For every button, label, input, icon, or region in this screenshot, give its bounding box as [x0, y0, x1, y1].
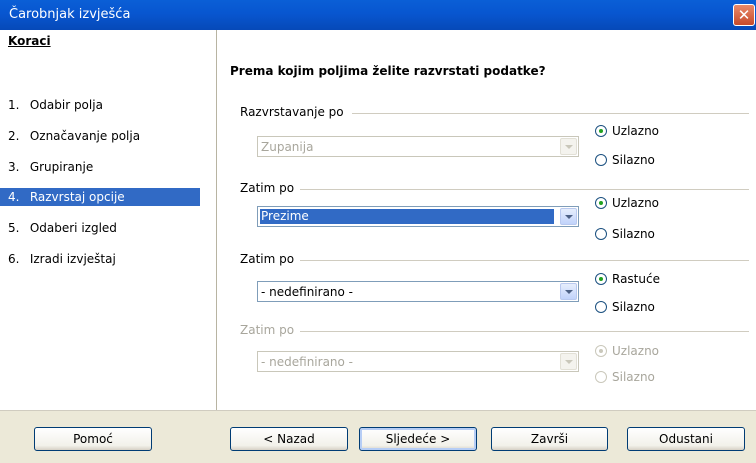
- step-label: Razvrstaj opcije: [29, 190, 125, 204]
- window-title: Čarobnjak izvješća: [9, 7, 131, 22]
- back-button[interactable]: < Nazad: [230, 427, 348, 451]
- title-bar[interactable]: Čarobnjak izvješća ✕: [0, 0, 756, 30]
- step-label: Odabir polja: [29, 98, 103, 112]
- sort-2-descending-radio[interactable]: Silazno: [595, 227, 675, 243]
- sort-field-2-select[interactable]: Prezime: [257, 206, 579, 227]
- divider: [300, 260, 749, 261]
- help-button[interactable]: Pomoć: [34, 427, 152, 451]
- cancel-button[interactable]: Odustani: [627, 427, 745, 451]
- then-by-label: Zatim po: [240, 323, 295, 337]
- chevron-down-icon[interactable]: [560, 283, 577, 300]
- divider: [300, 189, 749, 190]
- chevron-down-icon[interactable]: [560, 208, 577, 225]
- step-select-fields[interactable]: 1. Odabir polja: [8, 96, 208, 114]
- page-heading: Prema kojim poljima želite razvrstati po…: [230, 64, 546, 78]
- sort-by-label: Razvrstavanje po: [240, 105, 344, 119]
- divider: [300, 331, 749, 332]
- close-icon[interactable]: ✕: [733, 4, 755, 26]
- then-by-label: Zatim po: [240, 252, 295, 266]
- sort-2-ascending-radio[interactable]: Uzlazno: [595, 196, 675, 212]
- sort-1-descending-radio[interactable]: Silazno: [595, 153, 675, 169]
- finish-button[interactable]: Završi: [491, 427, 608, 451]
- sort-4-ascending-radio: Uzlazno: [595, 344, 675, 360]
- next-button[interactable]: Sljedeće >: [359, 427, 477, 451]
- chevron-down-icon: [560, 353, 577, 370]
- sort-field-4-select: - nedefinirano -: [257, 351, 579, 372]
- step-create-report[interactable]: 6. Izradi izvještaj: [8, 250, 208, 268]
- steps-title: Koraci: [8, 34, 51, 48]
- sort-4-descending-radio: Silazno: [595, 370, 675, 386]
- sort-3-descending-radio[interactable]: Silazno: [595, 300, 675, 316]
- sort-3-ascending-radio[interactable]: Rastuće: [595, 272, 675, 288]
- step-choose-layout[interactable]: 5. Odaberi izgled: [8, 219, 208, 237]
- footer-divider: [0, 410, 756, 411]
- step-grouping[interactable]: 3. Grupiranje: [8, 158, 208, 176]
- report-wizard-window: Čarobnjak izvješća ✕ Koraci 1. Odabir po…: [0, 0, 756, 463]
- step-label: Odaberi izgled: [29, 221, 117, 235]
- sort-field-1-select: Zupanija: [257, 136, 579, 157]
- step-label: Označavanje polja: [29, 129, 141, 143]
- sort-1-ascending-radio[interactable]: Uzlazno: [595, 124, 675, 140]
- then-by-label: Zatim po: [240, 181, 295, 195]
- divider: [352, 113, 749, 114]
- sort-field-3-select[interactable]: - nedefinirano -: [257, 281, 579, 302]
- step-sort-options[interactable]: 4. Razvrstaj opcije: [0, 188, 200, 206]
- step-label: Grupiranje: [29, 160, 94, 174]
- step-label: Izradi izvještaj: [29, 252, 116, 266]
- step-label-fields[interactable]: 2. Označavanje polja: [8, 127, 208, 145]
- chevron-down-icon: [560, 138, 577, 155]
